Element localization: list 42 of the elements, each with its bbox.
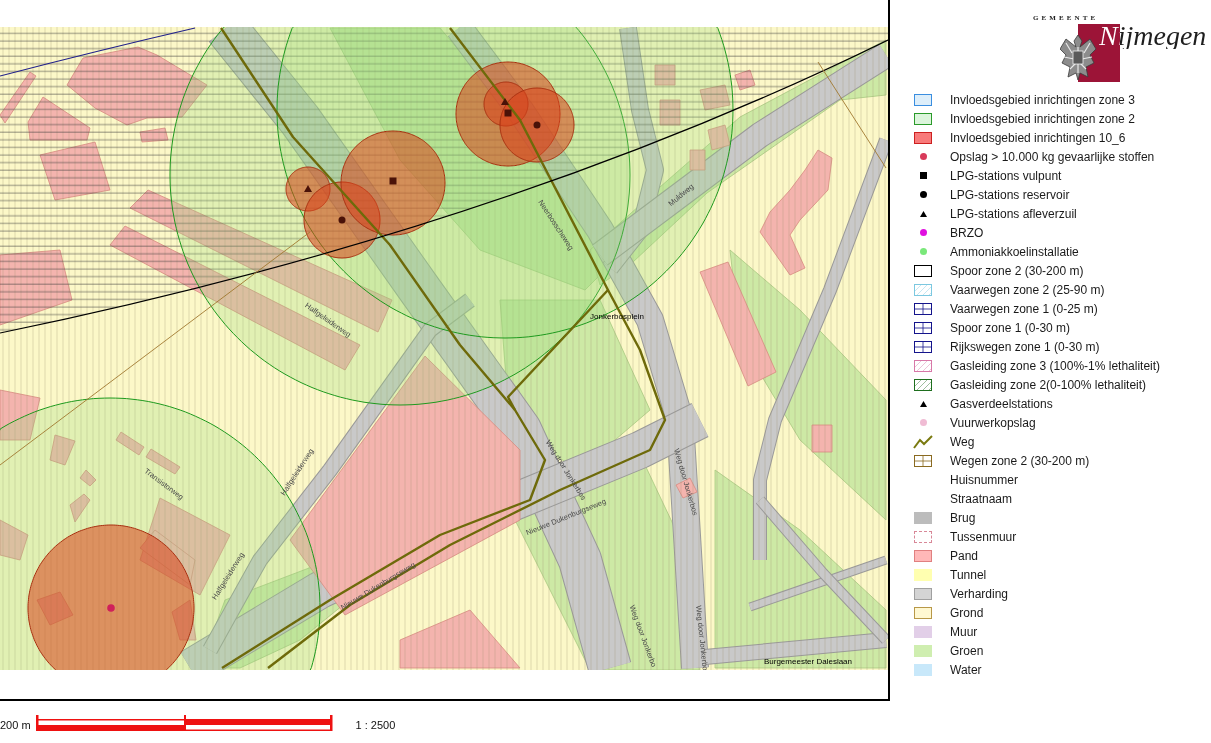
- legend-label: Pand: [950, 548, 979, 563]
- legend-label: Vaarwegen zone 2 (25-90 m): [950, 282, 1105, 297]
- triangle-icon: [304, 185, 312, 192]
- dot-icon: [533, 121, 541, 129]
- legend-label: Ammoniakkoelinstallatie: [950, 244, 1079, 259]
- legend-label: Invloedsgebied inrichtingen 10_6: [950, 130, 1126, 145]
- square-icon: [389, 177, 397, 185]
- legend-label: Invloedsgebied inrichtingen zone 2: [950, 111, 1135, 126]
- dot-icon: [338, 216, 346, 224]
- legend-label: Spoor zone 2 (30-200 m): [950, 263, 1084, 278]
- legend-label: Gasleiding zone 3 (100%-1% lethaliteit): [950, 358, 1161, 373]
- dot-icon: [107, 604, 115, 612]
- legend-label: Verharding: [950, 586, 1009, 601]
- legend-label: Tussenmuur: [950, 529, 1017, 544]
- triangle-icon: [501, 98, 509, 105]
- legend-label: Huisnummer: [950, 472, 1018, 487]
- scale-distance-label: 200 m: [0, 717, 31, 732]
- legend-label: LPG-stations vulpunt: [950, 168, 1062, 183]
- legend-label: Weg: [950, 434, 975, 449]
- square-icon: [504, 109, 512, 117]
- legend-label: Gasverdeelstations: [950, 396, 1053, 411]
- legend-label: Vaarwegen zone 1 (0-25 m): [950, 301, 1098, 316]
- legend-label: Brug: [950, 510, 976, 525]
- legend-label: Vuurwerkopslag: [950, 415, 1036, 430]
- legend-label: Spoor zone 1 (0-30 m): [950, 320, 1071, 335]
- legend-label: LPG-stations reservoir: [950, 187, 1070, 202]
- legend-label: Wegen zone 2 (30-200 m): [950, 453, 1090, 468]
- scale-ratio-label: 1 : 2500: [355, 717, 396, 732]
- legend-label: Straatnaam: [950, 491, 1013, 506]
- legend-label: Muur: [950, 624, 978, 639]
- legend-label: Gasleiding zone 2(0-100% lethaliteit): [950, 377, 1147, 392]
- legend-label: Invloedsgebied inrichtingen zone 3: [950, 92, 1135, 107]
- legend-label: Groen: [950, 643, 984, 658]
- legend-label: BRZO: [950, 225, 984, 240]
- legend-label: Rijkswegen zone 1 (0-30 m): [950, 339, 1100, 354]
- legend-label: LPG-stations afleverzuil: [950, 206, 1077, 221]
- legend-label: Opslag > 10.000 kg gevaarlijke stoffen: [950, 149, 1155, 164]
- legend-label: Grond: [950, 605, 984, 620]
- legend-label: Water: [950, 662, 982, 677]
- legend-label: Tunnel: [950, 567, 987, 582]
- emblem-icon: [1060, 33, 1097, 80]
- place-label: Burgemeester Daleslaan: [764, 656, 852, 666]
